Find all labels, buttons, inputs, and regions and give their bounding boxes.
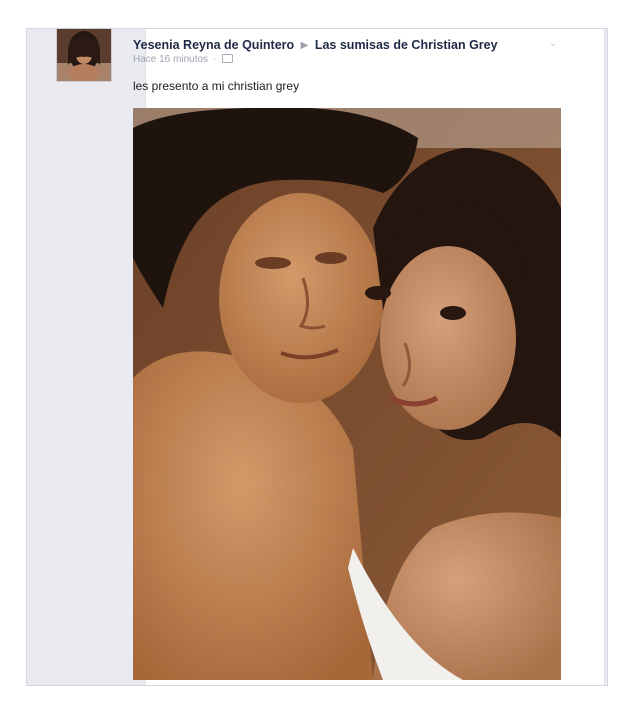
post-meta: Hace 16 minutos · [133,54,553,65]
avatar-image [57,29,111,81]
timestamp-link[interactable]: Hace 16 minutos [133,54,208,65]
author-line: Yesenia Reyna de Quintero ▶ Las sumisas … [133,38,553,52]
post-header: Yesenia Reyna de Quintero ▶ Las sumisas … [133,38,553,65]
meta-separator: · [212,54,217,65]
screenshot-page: Yesenia Reyna de Quintero ▶ Las sumisas … [0,0,628,703]
chevron-down-icon[interactable]: ⌄ [549,39,559,49]
post-text: les presento a mi christian grey [133,79,300,93]
group-name-link[interactable]: Las sumisas de Christian Grey [315,38,498,52]
audience-icon[interactable] [221,54,233,63]
photo-image [133,108,561,680]
triangle-right-icon: ▶ [300,40,309,51]
post-photo[interactable] [133,108,561,680]
author-name-link[interactable]: Yesenia Reyna de Quintero [133,38,294,52]
author-avatar[interactable] [56,28,112,82]
